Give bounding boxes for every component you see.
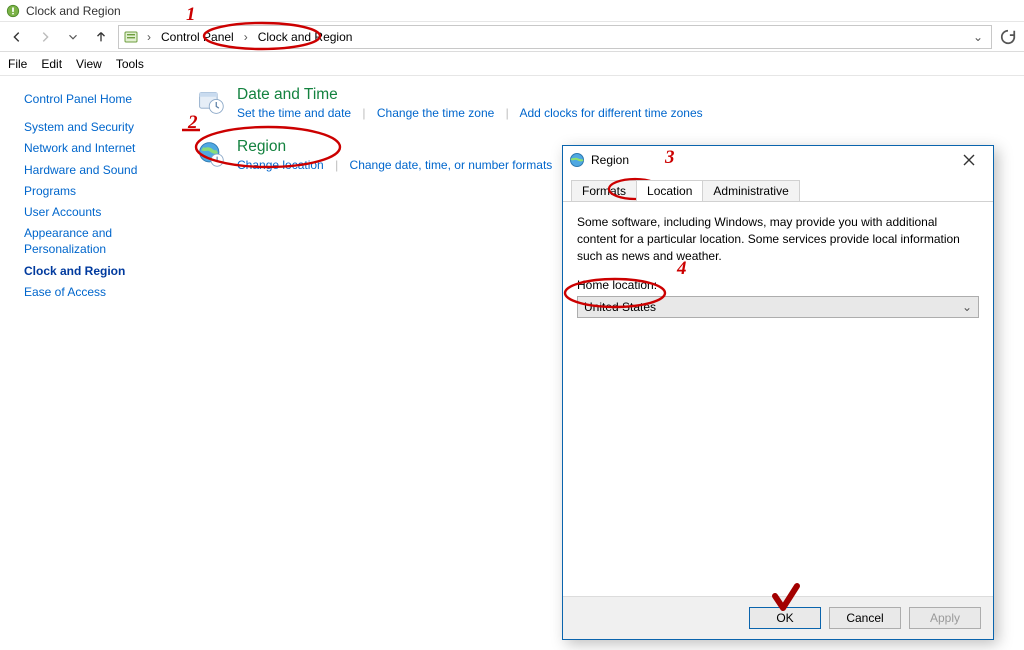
- globe-icon: [569, 152, 585, 168]
- sidebar-item-programs[interactable]: Programs: [24, 183, 173, 199]
- sidebar-item-users[interactable]: User Accounts: [24, 204, 173, 220]
- dialog-button-row: OK Cancel Apply: [563, 596, 993, 639]
- chevron-right-icon[interactable]: ›: [143, 30, 155, 44]
- home-location-combo[interactable]: United States ⌄: [577, 296, 979, 318]
- chevron-down-icon: ⌄: [962, 300, 972, 314]
- breadcrumb-current[interactable]: Clock and Region: [256, 30, 355, 44]
- link-change-formats[interactable]: Change date, time, or number formats: [350, 158, 553, 172]
- tab-formats[interactable]: Formats: [571, 180, 637, 201]
- sidebar-item-ease[interactable]: Ease of Access: [24, 284, 173, 300]
- menu-tools[interactable]: Tools: [116, 57, 144, 71]
- address-field[interactable]: › Control Panel › Clock and Region ⌄: [118, 25, 992, 49]
- category-datetime: Date and Time Set the time and date | Ch…: [197, 86, 1012, 120]
- home-location-label: Home location:: [577, 278, 979, 292]
- up-button[interactable]: [90, 26, 112, 48]
- window-titlebar: Clock and Region: [0, 0, 1024, 22]
- cancel-button[interactable]: Cancel: [829, 607, 901, 629]
- home-location-value: United States: [584, 300, 656, 314]
- sidebar-item-network[interactable]: Network and Internet: [24, 140, 173, 156]
- recent-locations-button[interactable]: [62, 26, 84, 48]
- dialog-title: Region: [591, 153, 945, 167]
- forward-button[interactable]: [34, 26, 56, 48]
- tab-administrative[interactable]: Administrative: [702, 180, 799, 201]
- link-change-timezone[interactable]: Change the time zone: [377, 106, 494, 120]
- sidebar-item-system[interactable]: System and Security: [24, 119, 173, 135]
- menu-view[interactable]: View: [76, 57, 102, 71]
- sidebar-item-home[interactable]: Control Panel Home: [24, 91, 173, 107]
- control-panel-icon: [6, 4, 20, 18]
- menu-edit[interactable]: Edit: [41, 57, 62, 71]
- datetime-icon: [197, 88, 225, 116]
- ok-button[interactable]: OK: [749, 607, 821, 629]
- tab-location[interactable]: Location: [636, 180, 703, 201]
- refresh-button[interactable]: [998, 27, 1018, 47]
- menu-file[interactable]: File: [8, 57, 27, 71]
- sidebar-item-hardware[interactable]: Hardware and Sound: [24, 162, 173, 178]
- close-button[interactable]: [951, 148, 987, 172]
- address-dropdown-button[interactable]: ⌄: [969, 30, 987, 44]
- breadcrumb-root[interactable]: Control Panel: [159, 30, 236, 44]
- menu-bar: File Edit View Tools: [0, 52, 1024, 76]
- dialog-tabs: Formats Location Administrative: [563, 174, 993, 202]
- category-title[interactable]: Region: [237, 138, 552, 156]
- dialog-body: Some software, including Windows, may pr…: [563, 202, 993, 596]
- window-title: Clock and Region: [26, 4, 121, 18]
- apply-button[interactable]: Apply: [909, 607, 981, 629]
- control-panel-icon: [123, 29, 139, 45]
- address-bar: › Control Panel › Clock and Region ⌄: [0, 22, 1024, 52]
- dialog-description: Some software, including Windows, may pr…: [577, 214, 979, 264]
- dialog-titlebar: Region: [563, 146, 993, 174]
- chevron-right-icon[interactable]: ›: [240, 30, 252, 44]
- region-icon: [197, 140, 225, 168]
- region-dialog: Region Formats Location Administrative S…: [562, 145, 994, 640]
- link-add-clocks[interactable]: Add clocks for different time zones: [519, 106, 702, 120]
- sidebar-item-clock-region[interactable]: Clock and Region: [24, 263, 173, 279]
- link-change-location[interactable]: Change location: [237, 158, 324, 172]
- sidebar-item-appearance[interactable]: Appearance and Personalization: [24, 225, 173, 257]
- link-set-time[interactable]: Set the time and date: [237, 106, 351, 120]
- sidebar: Control Panel Home System and Security N…: [0, 76, 185, 650]
- category-title[interactable]: Date and Time: [237, 86, 703, 104]
- back-button[interactable]: [6, 26, 28, 48]
